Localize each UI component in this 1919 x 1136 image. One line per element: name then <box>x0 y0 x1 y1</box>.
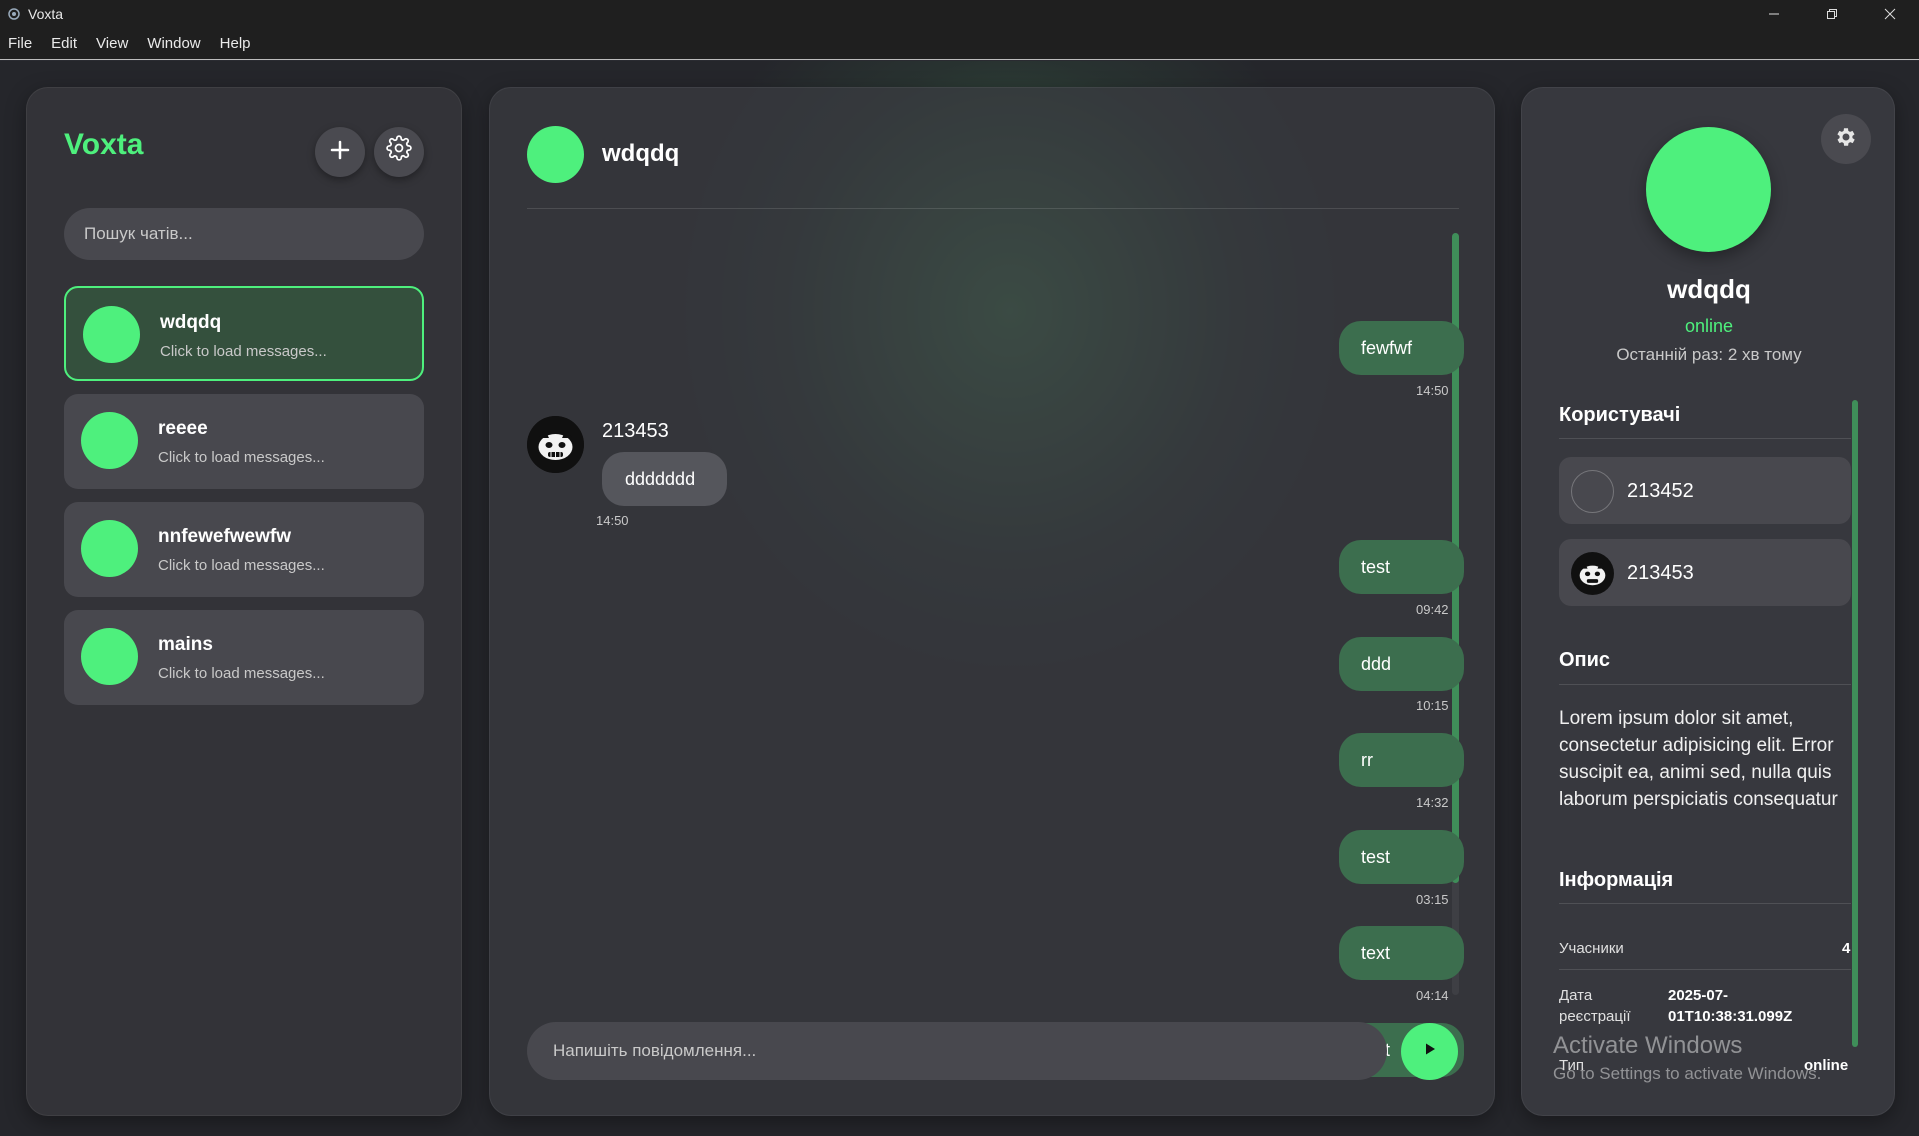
chat-header-title[interactable]: wdqdq <box>602 140 679 168</box>
send-icon <box>1423 1042 1437 1061</box>
section-divider <box>1559 969 1851 970</box>
menu-help[interactable]: Help <box>220 35 251 52</box>
chat-name: wdqdq <box>160 312 222 333</box>
new-chat-button[interactable] <box>315 127 365 177</box>
members-value: 4 <box>1842 940 1851 957</box>
registration-date-label-1: Дата <box>1559 987 1593 1004</box>
members-label: Учасники <box>1559 940 1624 957</box>
chat-item-wdqdq[interactable]: wdqdq Click to load messages... <box>64 286 424 381</box>
chat-info-panel: wdqdq online Останній раз: 2 хв тому Кор… <box>1521 87 1895 1116</box>
message-time: 04:14 <box>1416 988 1449 1003</box>
chat-avatar <box>81 628 138 685</box>
last-seen: Останній раз: 2 хв тому <box>1616 345 1802 364</box>
outgoing-message: test <box>1339 830 1464 884</box>
chat-list-panel: Voxta wdqdq Click to load messages... re… <box>26 87 462 1116</box>
settings-button[interactable] <box>374 127 424 177</box>
gear-icon <box>386 135 412 169</box>
registration-date-value-2: 01T10:38:31.099Z <box>1668 1008 1793 1025</box>
message-time: 14:50 <box>596 513 629 528</box>
sender-name: 213453 <box>602 420 669 442</box>
send-button[interactable] <box>1401 1023 1458 1080</box>
chat-avatar <box>81 520 138 577</box>
plus-icon <box>329 135 351 169</box>
registration-date-value-1: 2025-07- <box>1668 987 1729 1004</box>
profile-status: online <box>1684 316 1734 336</box>
chat-preview: Click to load messages... <box>160 343 327 360</box>
activate-windows-watermark: Activate Windows Go to Settings to activ… <box>1553 1032 1821 1084</box>
chat-name: mains <box>158 634 213 655</box>
section-divider <box>1559 438 1851 439</box>
conversation-panel: wdqdq fewfwf 14:50 213453 ddddddd 14:50 … <box>489 87 1495 1116</box>
message-time: 14:50 <box>1416 383 1449 398</box>
message-list: fewfwf 14:50 213453 ddddddd 14:50 test 0… <box>527 228 1464 1077</box>
minimize-button[interactable] <box>1745 0 1803 28</box>
restore-button[interactable] <box>1803 0 1861 28</box>
outgoing-message: text <box>1339 926 1464 980</box>
chat-name: nnfewefwewfw <box>158 526 292 547</box>
watermark-title: Activate Windows <box>1553 1032 1743 1059</box>
header-divider <box>527 208 1459 209</box>
outgoing-message: test <box>1339 540 1464 594</box>
title-bar: Voxta <box>0 0 1919 28</box>
incoming-message: ddddddd <box>602 452 727 506</box>
outgoing-message: ddd <box>1339 637 1464 691</box>
chat-preview: Click to load messages... <box>158 557 325 574</box>
menu-view[interactable]: View <box>96 35 128 52</box>
chat-preview: Click to load messages... <box>158 449 325 466</box>
brand-logo: Voxta <box>64 128 144 161</box>
menu-window[interactable]: Window <box>147 35 200 52</box>
user-avatar <box>1571 552 1614 595</box>
chat-item-mains[interactable]: mains Click to load messages... <box>64 610 424 705</box>
user-name: 213453 <box>1627 562 1694 584</box>
message-time: 10:15 <box>1416 698 1449 713</box>
message-time: 09:42 <box>1416 602 1449 617</box>
menu-file[interactable]: File <box>8 35 32 52</box>
app-icon <box>6 6 22 22</box>
close-button[interactable] <box>1861 0 1919 28</box>
profile-name: wdqdq <box>1667 274 1751 304</box>
info-section-title: Інформація <box>1559 869 1674 891</box>
outgoing-message: rr <box>1339 733 1464 787</box>
chat-header-avatar[interactable] <box>527 126 584 183</box>
gear-icon <box>1834 125 1858 154</box>
users-section-title: Користувачі <box>1559 404 1681 426</box>
section-divider <box>1559 684 1851 685</box>
chat-item-reeee[interactable]: reeee Click to load messages... <box>64 394 424 489</box>
chat-name: reeee <box>158 418 208 439</box>
message-input[interactable] <box>527 1022 1387 1080</box>
profile-avatar <box>1646 127 1771 252</box>
user-name: 213452 <box>1627 480 1694 502</box>
chat-search-input[interactable] <box>64 208 424 260</box>
window-title: Voxta <box>28 6 64 22</box>
chat-item-nnfewefwewfw[interactable]: nnfewefwewfw Click to load messages... <box>64 502 424 597</box>
chat-avatar <box>83 306 140 363</box>
watermark-subtitle: Go to Settings to activate Windows. <box>1553 1064 1822 1083</box>
description-section-title: Опис <box>1559 649 1611 671</box>
message-time: 14:32 <box>1416 795 1449 810</box>
chat-preview: Click to load messages... <box>158 665 325 682</box>
user-item[interactable]: 213453 <box>1559 539 1851 606</box>
user-item[interactable]: 213452 <box>1559 457 1851 524</box>
outgoing-message: fewfwf <box>1339 321 1464 375</box>
registration-date-label-2: реєстрації <box>1559 1008 1631 1025</box>
chat-avatar <box>81 412 138 469</box>
chat-description: Lorem ipsum dolor sit amet, consectetur … <box>1559 708 1838 810</box>
message-time: 03:15 <box>1416 892 1449 907</box>
user-avatar <box>1571 470 1614 513</box>
menu-bar: File Edit View Window Help <box>0 28 1919 60</box>
sender-avatar <box>527 416 584 473</box>
chat-settings-button[interactable] <box>1821 114 1871 164</box>
menu-edit[interactable]: Edit <box>51 35 77 52</box>
section-divider <box>1559 903 1851 904</box>
